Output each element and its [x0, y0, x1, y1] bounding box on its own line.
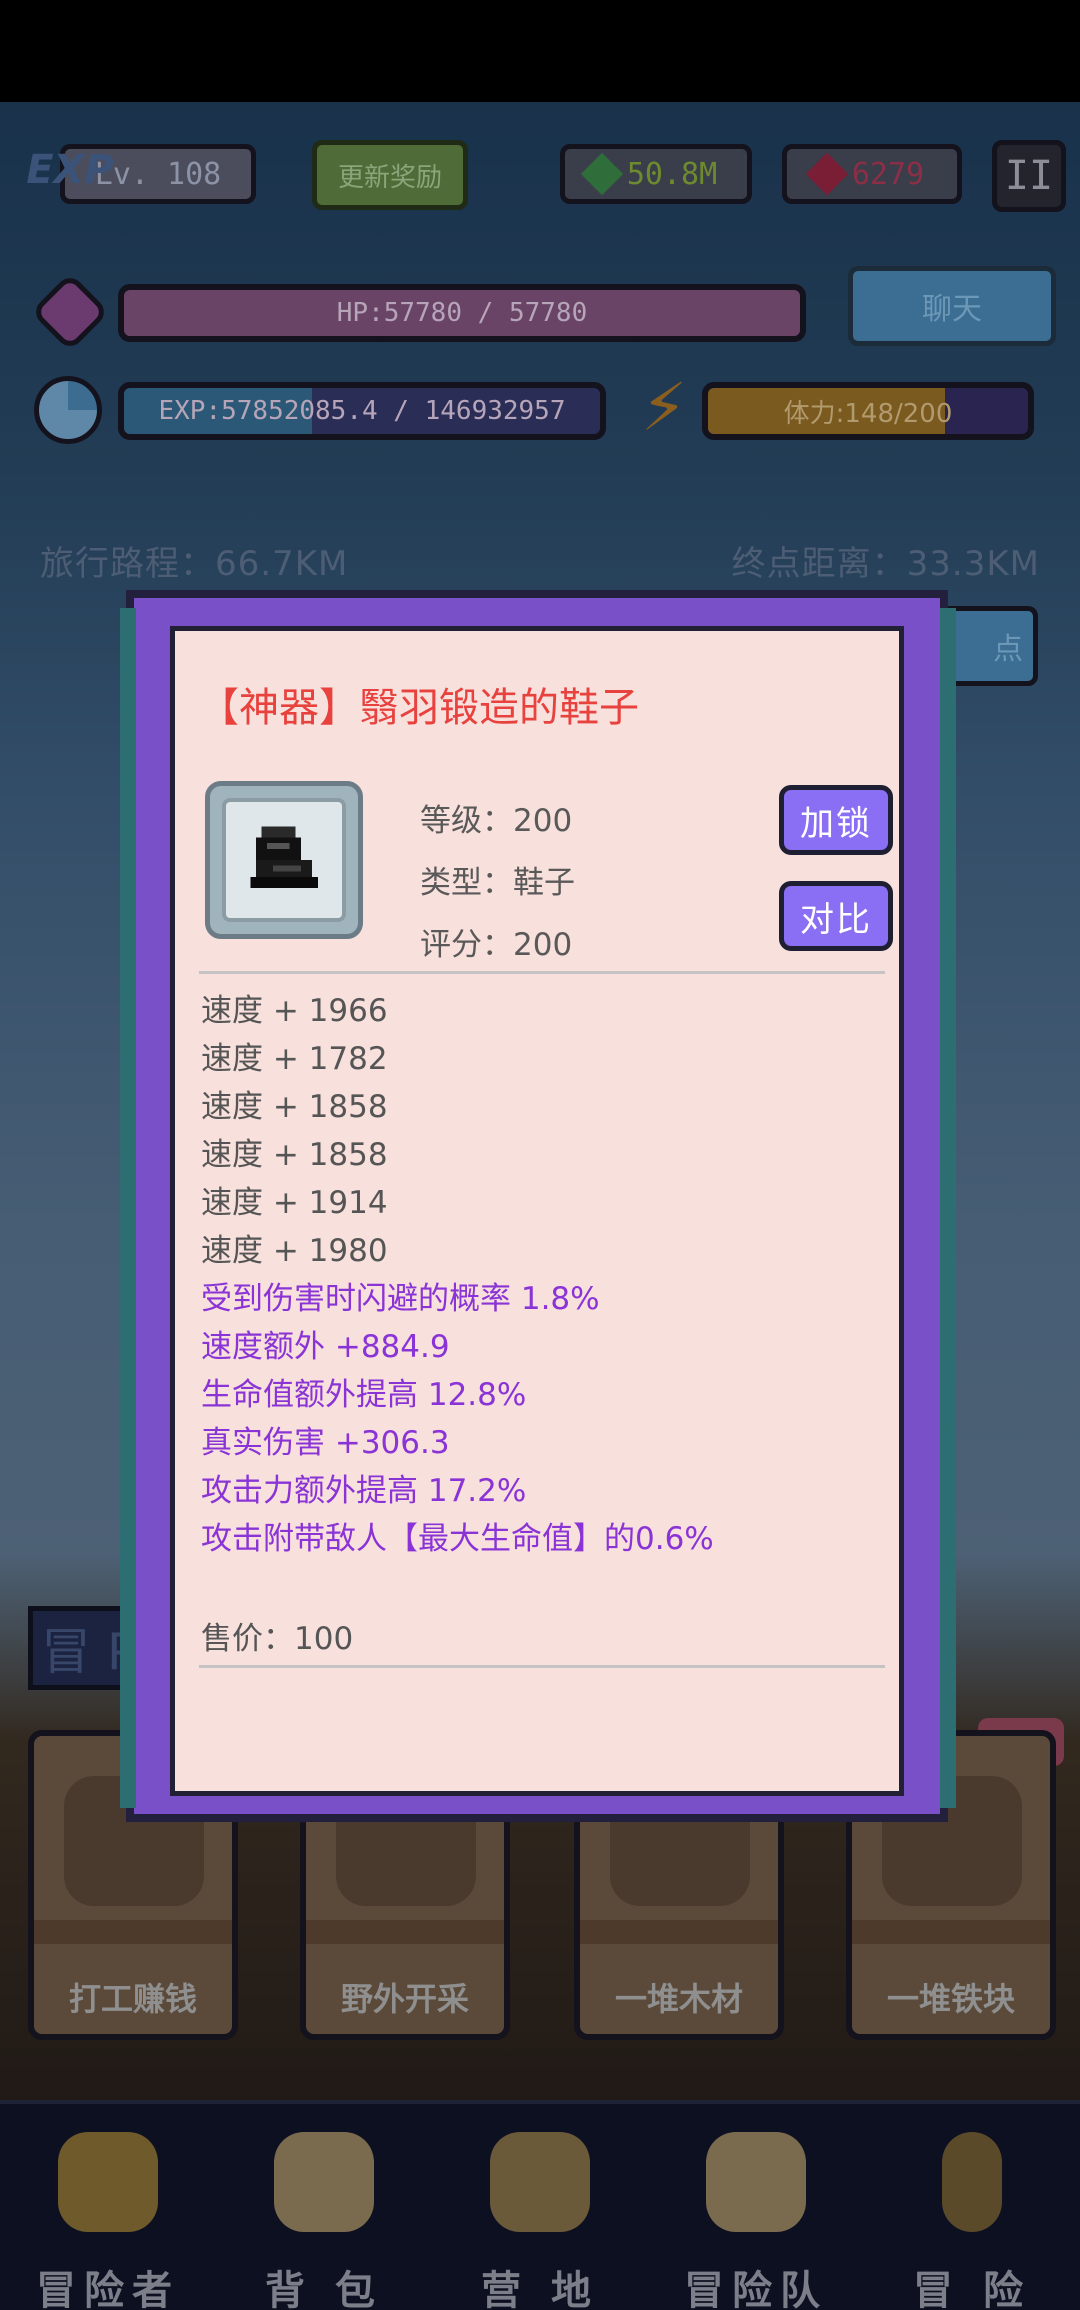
nav-label: 冒 险 — [913, 2268, 1031, 2310]
job-card-label: 打工赚钱 — [68, 1980, 197, 2018]
green-gem-value: 50.8M — [626, 156, 718, 192]
travel-distance: 旅行路程：66.7KM — [40, 544, 349, 584]
sword-icon — [942, 2132, 1002, 2232]
compare-button[interactable]: 对比 — [779, 881, 893, 951]
job-card-label: 野外开采 — [340, 1980, 469, 2018]
job-card-label: 一堆木材 — [614, 1980, 743, 2018]
base-attribute: 速度 + 1914 — [201, 1185, 388, 1221]
nav-camp[interactable]: 营 地 — [432, 2104, 648, 2310]
attribute-list: 速度 + 1966 速度 + 1782 速度 + 1858 速度 + 1858 … — [201, 987, 891, 1563]
divider — [199, 971, 885, 974]
item-type: 类型：鞋子 — [420, 865, 575, 901]
book-icon — [706, 2132, 806, 2232]
green-gem-counter: 50.8M — [560, 144, 752, 204]
extra-attribute: 攻击力额外提高 17.2% — [201, 1473, 527, 1509]
lightning-icon: ⚡ — [640, 369, 688, 446]
lock-button[interactable]: 加锁 — [779, 785, 893, 855]
lock-label: 加锁 — [800, 803, 872, 844]
item-score: 评分：200 — [420, 927, 573, 963]
nav-team[interactable]: 冒险队 — [648, 2104, 864, 2310]
chat-label: 聊天 — [922, 292, 982, 327]
update-reward-label: 更新奖励 — [337, 162, 442, 193]
side-tab-label: 点 — [993, 632, 1023, 667]
nav-label: 冒险者 — [36, 2268, 180, 2310]
base-attribute: 速度 + 1966 — [201, 993, 388, 1029]
card-plank — [580, 1920, 778, 1944]
nav-label: 冒险队 — [684, 2268, 828, 2310]
exp-bar-label: EXP:57852085.4 / 146932957 — [158, 396, 566, 426]
item-price: 售价：100 — [201, 1621, 354, 1657]
job-card-label: 一堆铁块 — [886, 1980, 1015, 2018]
exp-bar: EXP:57852085.4 / 146932957 — [118, 382, 606, 440]
bottom-navigation: 冒险者 背 包 营 地 冒险队 冒 险 — [0, 2100, 1080, 2310]
item-detail-modal: 【神器】翳羽锻造的鞋子 等级：200 类型：鞋子 评分：200 加锁 对比 速度… — [120, 590, 956, 1822]
backpack-icon — [274, 2132, 374, 2232]
exp-badge-text: EXP — [26, 147, 114, 193]
nav-backpack[interactable]: 背 包 — [216, 2104, 432, 2310]
base-attribute: 速度 + 1782 — [201, 1041, 388, 1077]
stamina-bar-label: 体力:148/200 — [783, 398, 953, 429]
nav-adventurer[interactable]: 冒险者 — [0, 2104, 216, 2310]
remaining-distance: 终点距离：33.3KM — [731, 544, 1040, 584]
card-plank — [852, 1920, 1050, 1944]
crown-icon — [58, 2132, 158, 2232]
item-level: 等级：200 — [420, 803, 573, 839]
extra-attribute: 受到伤害时闪避的概率 1.8% — [201, 1281, 600, 1317]
chat-button[interactable]: 聊天 — [848, 266, 1056, 346]
camp-icon — [490, 2132, 590, 2232]
extra-attribute: 真实伤害 +306.3 — [201, 1425, 450, 1461]
divider — [199, 1665, 885, 1668]
item-icon-frame — [205, 781, 363, 939]
hp-bar: HP:57780 / 57780 — [118, 284, 806, 342]
stamina-bar: 体力:148/200 — [702, 382, 1034, 440]
card-plank — [306, 1920, 504, 1944]
pause-button[interactable]: II — [992, 140, 1066, 212]
red-gem-counter: 6279 — [782, 144, 962, 204]
pause-icon: II — [1004, 153, 1054, 199]
item-icon-slot — [222, 798, 346, 922]
extra-attribute: 生命值额外提高 12.8% — [201, 1377, 527, 1413]
boot-icon — [250, 826, 318, 889]
compare-label: 对比 — [800, 899, 872, 940]
red-gem-value: 6279 — [851, 156, 925, 192]
green-gem-icon — [580, 152, 624, 196]
extra-attribute: 攻击附带敌人【最大生命值】的0.6% — [201, 1521, 714, 1557]
item-detail-panel: 【神器】翳羽锻造的鞋子 等级：200 类型：鞋子 评分：200 加锁 对比 速度… — [170, 626, 904, 1796]
base-attribute: 速度 + 1858 — [201, 1137, 388, 1173]
hp-bar-label: HP:57780 / 57780 — [336, 298, 588, 328]
nav-label: 营 地 — [481, 2268, 599, 2310]
exp-badge-icon: EXP — [26, 145, 113, 195]
card-plank — [34, 1920, 232, 1944]
update-reward-button[interactable]: 更新奖励 — [312, 140, 468, 210]
nav-adventure[interactable]: 冒 险 — [864, 2104, 1080, 2310]
base-attribute: 速度 + 1980 — [201, 1233, 388, 1269]
item-title: 【神器】翳羽锻造的鞋子 — [199, 685, 639, 731]
red-gem-icon — [805, 152, 849, 196]
base-attribute: 速度 + 1858 — [201, 1089, 388, 1125]
exp-orb-icon — [34, 376, 102, 444]
nav-label: 背 包 — [265, 2268, 383, 2310]
extra-attribute: 速度额外 +884.9 — [201, 1329, 450, 1365]
